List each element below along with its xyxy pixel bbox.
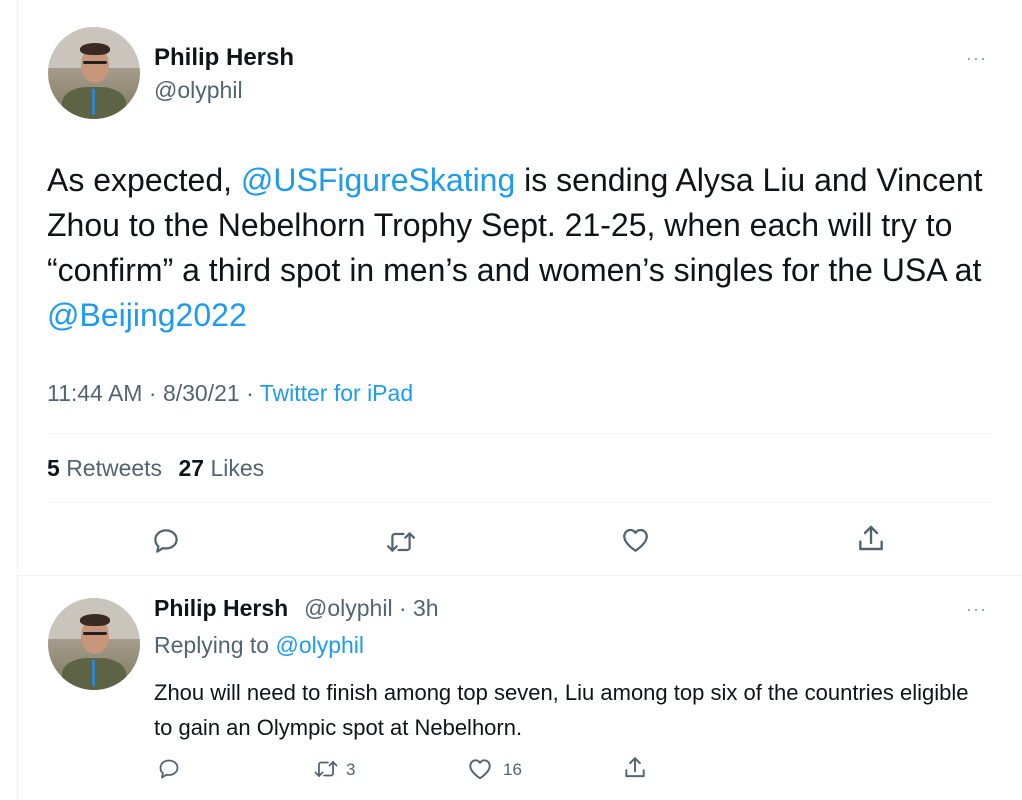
tweet-text: As expected, @USFigureSkating is sending… bbox=[47, 162, 983, 333]
reply-author-meta: @olyphil · 3h bbox=[304, 595, 439, 621]
reply-share-button[interactable] bbox=[622, 755, 648, 781]
tweet-metadata: 11:44 AM · 8/30/21 · Twitter for iPad bbox=[47, 380, 414, 406]
left-divider bbox=[17, 0, 18, 800]
reply-icon bbox=[154, 529, 178, 553]
retweet-icon bbox=[314, 761, 338, 777]
divider bbox=[47, 502, 992, 503]
reply-time[interactable]: 3h bbox=[413, 595, 439, 621]
replying-to: Replying to @olyphil bbox=[154, 632, 365, 658]
like-count: 16 bbox=[503, 760, 522, 779]
share-icon bbox=[625, 757, 645, 778]
mention-link[interactable]: @Beijing2022 bbox=[47, 297, 247, 333]
tweet-time[interactable]: 11:44 AM bbox=[47, 380, 142, 406]
tweet-source-link[interactable]: Twitter for iPad bbox=[260, 380, 413, 406]
tweet-date[interactable]: 8/30/21 bbox=[163, 380, 240, 406]
reply-reply-button[interactable] bbox=[157, 757, 181, 781]
divider bbox=[17, 575, 1022, 576]
more-options-icon[interactable]: ··· bbox=[966, 48, 987, 69]
reply-author-name[interactable]: Philip Hersh bbox=[154, 595, 288, 622]
reply-like-button[interactable] bbox=[467, 756, 493, 782]
engagement-stats: 5 Retweets 27 Likes bbox=[47, 455, 274, 482]
reply-retweet-button[interactable] bbox=[313, 757, 339, 781]
heart-icon bbox=[469, 759, 491, 780]
avatar[interactable] bbox=[48, 27, 140, 119]
likes-stat[interactable]: 27 Likes bbox=[178, 455, 264, 481]
retweet-count: 3 bbox=[346, 760, 356, 779]
author-name[interactable]: Philip Hersh bbox=[154, 44, 294, 72]
reply-button[interactable] bbox=[151, 526, 181, 556]
mention-link[interactable]: @USFigureSkating bbox=[241, 162, 515, 198]
reply-author-handle[interactable]: @olyphil bbox=[304, 595, 393, 621]
reply-text: Zhou will need to finish among top seven… bbox=[154, 680, 969, 740]
retweet-icon bbox=[386, 532, 416, 552]
retweet-button[interactable] bbox=[385, 527, 417, 557]
like-button[interactable] bbox=[620, 525, 651, 555]
divider bbox=[47, 433, 992, 434]
heart-icon bbox=[623, 528, 648, 552]
avatar[interactable] bbox=[48, 598, 140, 690]
share-button[interactable] bbox=[855, 523, 887, 555]
share-icon bbox=[859, 525, 883, 551]
replying-to-link[interactable]: @olyphil bbox=[275, 632, 364, 658]
reply-more-options-icon[interactable]: ··· bbox=[966, 599, 987, 620]
retweets-stat[interactable]: 5 Retweets bbox=[47, 455, 162, 481]
author-handle[interactable]: @olyphil bbox=[154, 77, 243, 104]
reply-icon bbox=[159, 759, 179, 779]
